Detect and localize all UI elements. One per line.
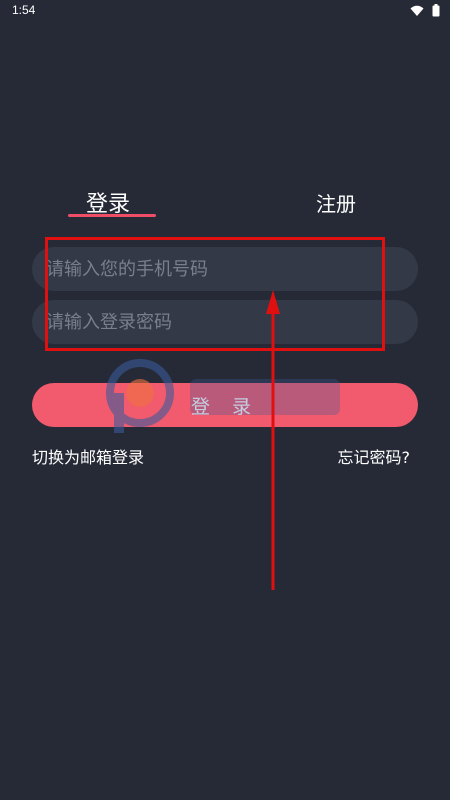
- auth-tabs: 登录 注册: [0, 178, 450, 228]
- battery-icon: [432, 4, 440, 17]
- tab-register[interactable]: 注册: [316, 188, 356, 217]
- forgot-password-link[interactable]: 忘记密码?: [338, 444, 411, 468]
- status-icons: [410, 4, 440, 17]
- login-button[interactable]: 登 录: [32, 383, 418, 427]
- annotation-highlight-box: [45, 237, 385, 351]
- status-time: 1:54: [12, 3, 36, 17]
- wifi-icon: [410, 5, 424, 16]
- status-bar: 1:54: [0, 0, 450, 22]
- switch-email-login-link[interactable]: 切换为邮箱登录: [32, 444, 144, 468]
- active-tab-indicator: [68, 214, 156, 217]
